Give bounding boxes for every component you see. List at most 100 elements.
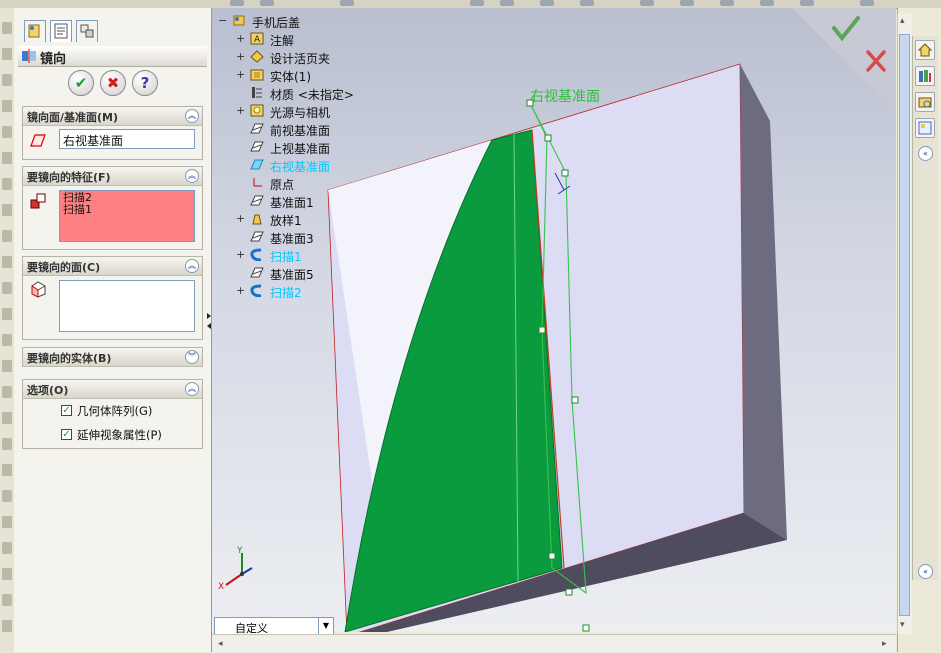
toolbar-icon[interactable] <box>340 0 354 6</box>
tree-label[interactable]: 光源与相机 <box>270 104 330 121</box>
collapse-icon[interactable]: ︽ <box>185 109 199 123</box>
collapse-icon[interactable]: ︽ <box>185 169 199 183</box>
tab-configuration-manager[interactable] <box>76 20 98 42</box>
expand-toggle[interactable]: + <box>236 212 245 225</box>
tab-feature-manager[interactable] <box>24 20 46 42</box>
sketch-point[interactable] <box>565 588 573 596</box>
sketch-point[interactable] <box>538 326 546 334</box>
toolbar-icon[interactable] <box>720 0 734 6</box>
list-item[interactable]: 扫描1 <box>63 204 191 216</box>
sketch-point[interactable] <box>544 134 552 142</box>
toolbar-icon[interactable] <box>640 0 654 6</box>
tool-icon[interactable] <box>2 178 12 190</box>
geometry-pattern-checkbox[interactable]: ✓ <box>61 405 72 416</box>
part-side-face[interactable] <box>740 64 787 540</box>
group-header[interactable]: 要镜向的特征(F) ︽ <box>23 167 202 186</box>
tree-label[interactable]: 基准面1 <box>270 194 314 211</box>
faces-list[interactable] <box>59 280 195 332</box>
tree-label[interactable]: 注解 <box>270 32 294 49</box>
collapse-icon[interactable]: ︽ <box>185 259 199 273</box>
expand-toggle[interactable]: + <box>236 104 245 117</box>
tool-icon[interactable] <box>2 152 12 164</box>
tool-icon[interactable] <box>2 464 12 476</box>
expand-pane-icon[interactable]: « <box>918 564 933 579</box>
tree-label[interactable]: 实体(1) <box>270 68 311 85</box>
scroll-left-icon[interactable]: ◂ <box>218 639 223 649</box>
collapse-icon[interactable]: ︽ <box>185 382 199 396</box>
tool-icon[interactable] <box>2 412 12 424</box>
dropdown-arrow-icon[interactable]: ▼ <box>318 618 333 634</box>
tool-icon[interactable] <box>2 516 12 528</box>
scroll-thumb[interactable] <box>899 34 910 616</box>
tool-icon[interactable] <box>2 126 12 138</box>
tree-label[interactable]: 材质 <未指定> <box>270 86 354 103</box>
tree-label[interactable]: 放样1 <box>270 212 302 229</box>
features-list[interactable]: 扫描2 扫描1 <box>59 190 195 242</box>
tool-icon[interactable] <box>2 256 12 268</box>
tool-icon[interactable] <box>2 620 12 632</box>
tool-icon[interactable] <box>2 438 12 450</box>
ok-button[interactable]: ✔ <box>68 70 94 96</box>
tool-icon[interactable] <box>2 308 12 320</box>
tool-icon[interactable] <box>2 568 12 580</box>
tool-icon[interactable] <box>2 48 12 60</box>
propagate-visual-checkbox[interactable]: ✓ <box>61 429 72 440</box>
tool-icon[interactable] <box>2 594 12 606</box>
group-header[interactable]: 镜向面/基准面(M) ︽ <box>23 107 202 126</box>
toolbar-icon[interactable] <box>500 0 514 6</box>
toolbar-icon[interactable] <box>800 0 814 6</box>
expand-toggle[interactable]: + <box>236 50 245 63</box>
sketch-point[interactable] <box>582 624 590 632</box>
scroll-right-icon[interactable]: ▸ <box>882 639 887 649</box>
scroll-down-icon[interactable]: ▾ <box>900 620 905 630</box>
group-header[interactable]: 要镜向的面(C) ︽ <box>23 257 202 276</box>
tree-label[interactable]: 前视基准面 <box>270 122 330 139</box>
expand-toggle[interactable]: + <box>236 284 245 297</box>
tool-icon[interactable] <box>2 386 12 398</box>
graphics-area[interactable]: 右视基准面 Y X − 手机后盖 + A 注解 + 设计活页夹 + 实体(1) <box>212 8 896 632</box>
horizontal-scrollbar[interactable]: ◂ ▸ <box>212 634 896 653</box>
tool-icon[interactable] <box>2 360 12 372</box>
tree-label[interactable]: 右视基准面 <box>270 158 330 175</box>
sketch-point[interactable] <box>571 396 579 404</box>
expand-icon[interactable]: ︾ <box>185 350 199 364</box>
tree-root[interactable]: 手机后盖 <box>252 14 300 31</box>
tool-icon[interactable] <box>2 22 12 34</box>
expand-toggle[interactable]: + <box>236 68 245 81</box>
tool-icon[interactable] <box>2 542 12 554</box>
sketch-point[interactable] <box>561 169 569 177</box>
expand-toggle[interactable]: + <box>236 248 245 261</box>
view-palette-icon[interactable] <box>915 118 935 138</box>
cancel-button[interactable]: ✖ <box>100 70 126 96</box>
tool-icon[interactable] <box>2 334 12 346</box>
tree-label[interactable]: 设计活页夹 <box>270 50 330 67</box>
scroll-up-icon[interactable]: ▴ <box>900 16 905 26</box>
toolbar-icon[interactable] <box>470 0 484 6</box>
expand-toggle[interactable]: + <box>236 32 245 45</box>
tool-icon[interactable] <box>2 204 12 216</box>
tab-property-manager[interactable] <box>50 20 72 42</box>
tool-icon[interactable] <box>2 230 12 242</box>
toolbar-icon[interactable] <box>760 0 774 6</box>
home-icon[interactable] <box>915 40 935 60</box>
tool-icon[interactable] <box>2 100 12 112</box>
help-button[interactable]: ? <box>132 70 158 96</box>
toolbar-icon[interactable] <box>680 0 694 6</box>
tree-label[interactable]: 基准面5 <box>270 266 314 283</box>
group-header[interactable]: 要镜向的实体(B) ︾ <box>23 348 202 367</box>
toolbar-icon[interactable] <box>580 0 594 6</box>
tree-label[interactable]: 原点 <box>270 176 294 193</box>
vertical-scrollbar[interactable]: ▴ ▾ <box>897 14 912 634</box>
tree-label[interactable]: 扫描1 <box>270 248 302 265</box>
view-orientation-combo[interactable]: 自定义 ▼ <box>214 617 334 635</box>
toolbar-icon[interactable] <box>230 0 244 6</box>
tree-label[interactable]: 基准面3 <box>270 230 314 247</box>
collapse-toggle[interactable]: − <box>218 14 227 27</box>
collapse-pane-icon[interactable]: « <box>918 146 933 161</box>
library-icon[interactable] <box>915 66 935 86</box>
toolbar-icon[interactable] <box>260 0 274 6</box>
tool-icon[interactable] <box>2 282 12 294</box>
file-explorer-icon[interactable] <box>915 92 935 112</box>
tool-icon[interactable] <box>2 74 12 86</box>
mirror-plane-field[interactable]: 右视基准面 <box>59 129 195 149</box>
